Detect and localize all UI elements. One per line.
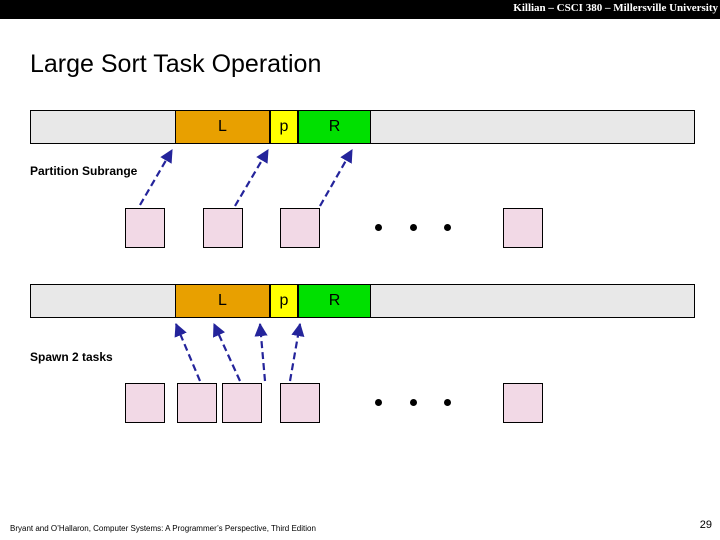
subrange-box (203, 208, 243, 248)
page-title: Large Sort Task Operation (30, 50, 322, 78)
arrow-box3-to-bar2 (254, 322, 268, 382)
subrange-box (280, 383, 320, 423)
subrange-box (177, 383, 217, 423)
ellipsis-dot (444, 399, 451, 406)
arrow-box1-to-bar1 (139, 149, 173, 206)
page-number: 29 (699, 519, 712, 531)
arrow-box2-to-bar2 (212, 322, 242, 382)
subrange-box (222, 383, 262, 423)
header-title: Killian – CSCI 380 – Millersville Univer… (513, 2, 718, 14)
segment-R-row2: R (298, 284, 371, 318)
subrange-box (125, 383, 165, 423)
arrow-box2-to-bar1 (234, 149, 269, 207)
segment-L-row1: L (175, 110, 270, 144)
subrange-box (280, 208, 320, 248)
ellipsis-dot (410, 224, 417, 231)
slide-header-bar: Killian – CSCI 380 – Millersville Univer… (0, 0, 720, 19)
slide: Killian – CSCI 380 – Millersville Univer… (0, 0, 720, 540)
arrow-box1-to-bar2 (174, 322, 202, 382)
subrange-box (503, 383, 543, 423)
label-spawn-2-tasks: Spawn 2 tasks (30, 350, 113, 364)
arrow-box4-to-bar2 (288, 322, 305, 382)
segment-L-row2: L (175, 284, 270, 318)
arrow-overlay (139, 149, 353, 382)
label-partition-subrange: Partition Subrange (30, 164, 138, 178)
ellipsis-dot (375, 399, 382, 406)
ellipsis-dot (444, 224, 451, 231)
segment-R-row1: R (298, 110, 371, 144)
segment-p-row2: p (270, 284, 298, 318)
ellipsis-dot (375, 224, 382, 231)
footer-citation: Bryant and O’Hallaron, Computer Systems:… (10, 524, 316, 533)
ellipsis-dot (410, 399, 417, 406)
subrange-box (125, 208, 165, 248)
arrow-box3-to-bar1 (319, 149, 353, 207)
subrange-box (503, 208, 543, 248)
segment-p-row1: p (270, 110, 298, 144)
